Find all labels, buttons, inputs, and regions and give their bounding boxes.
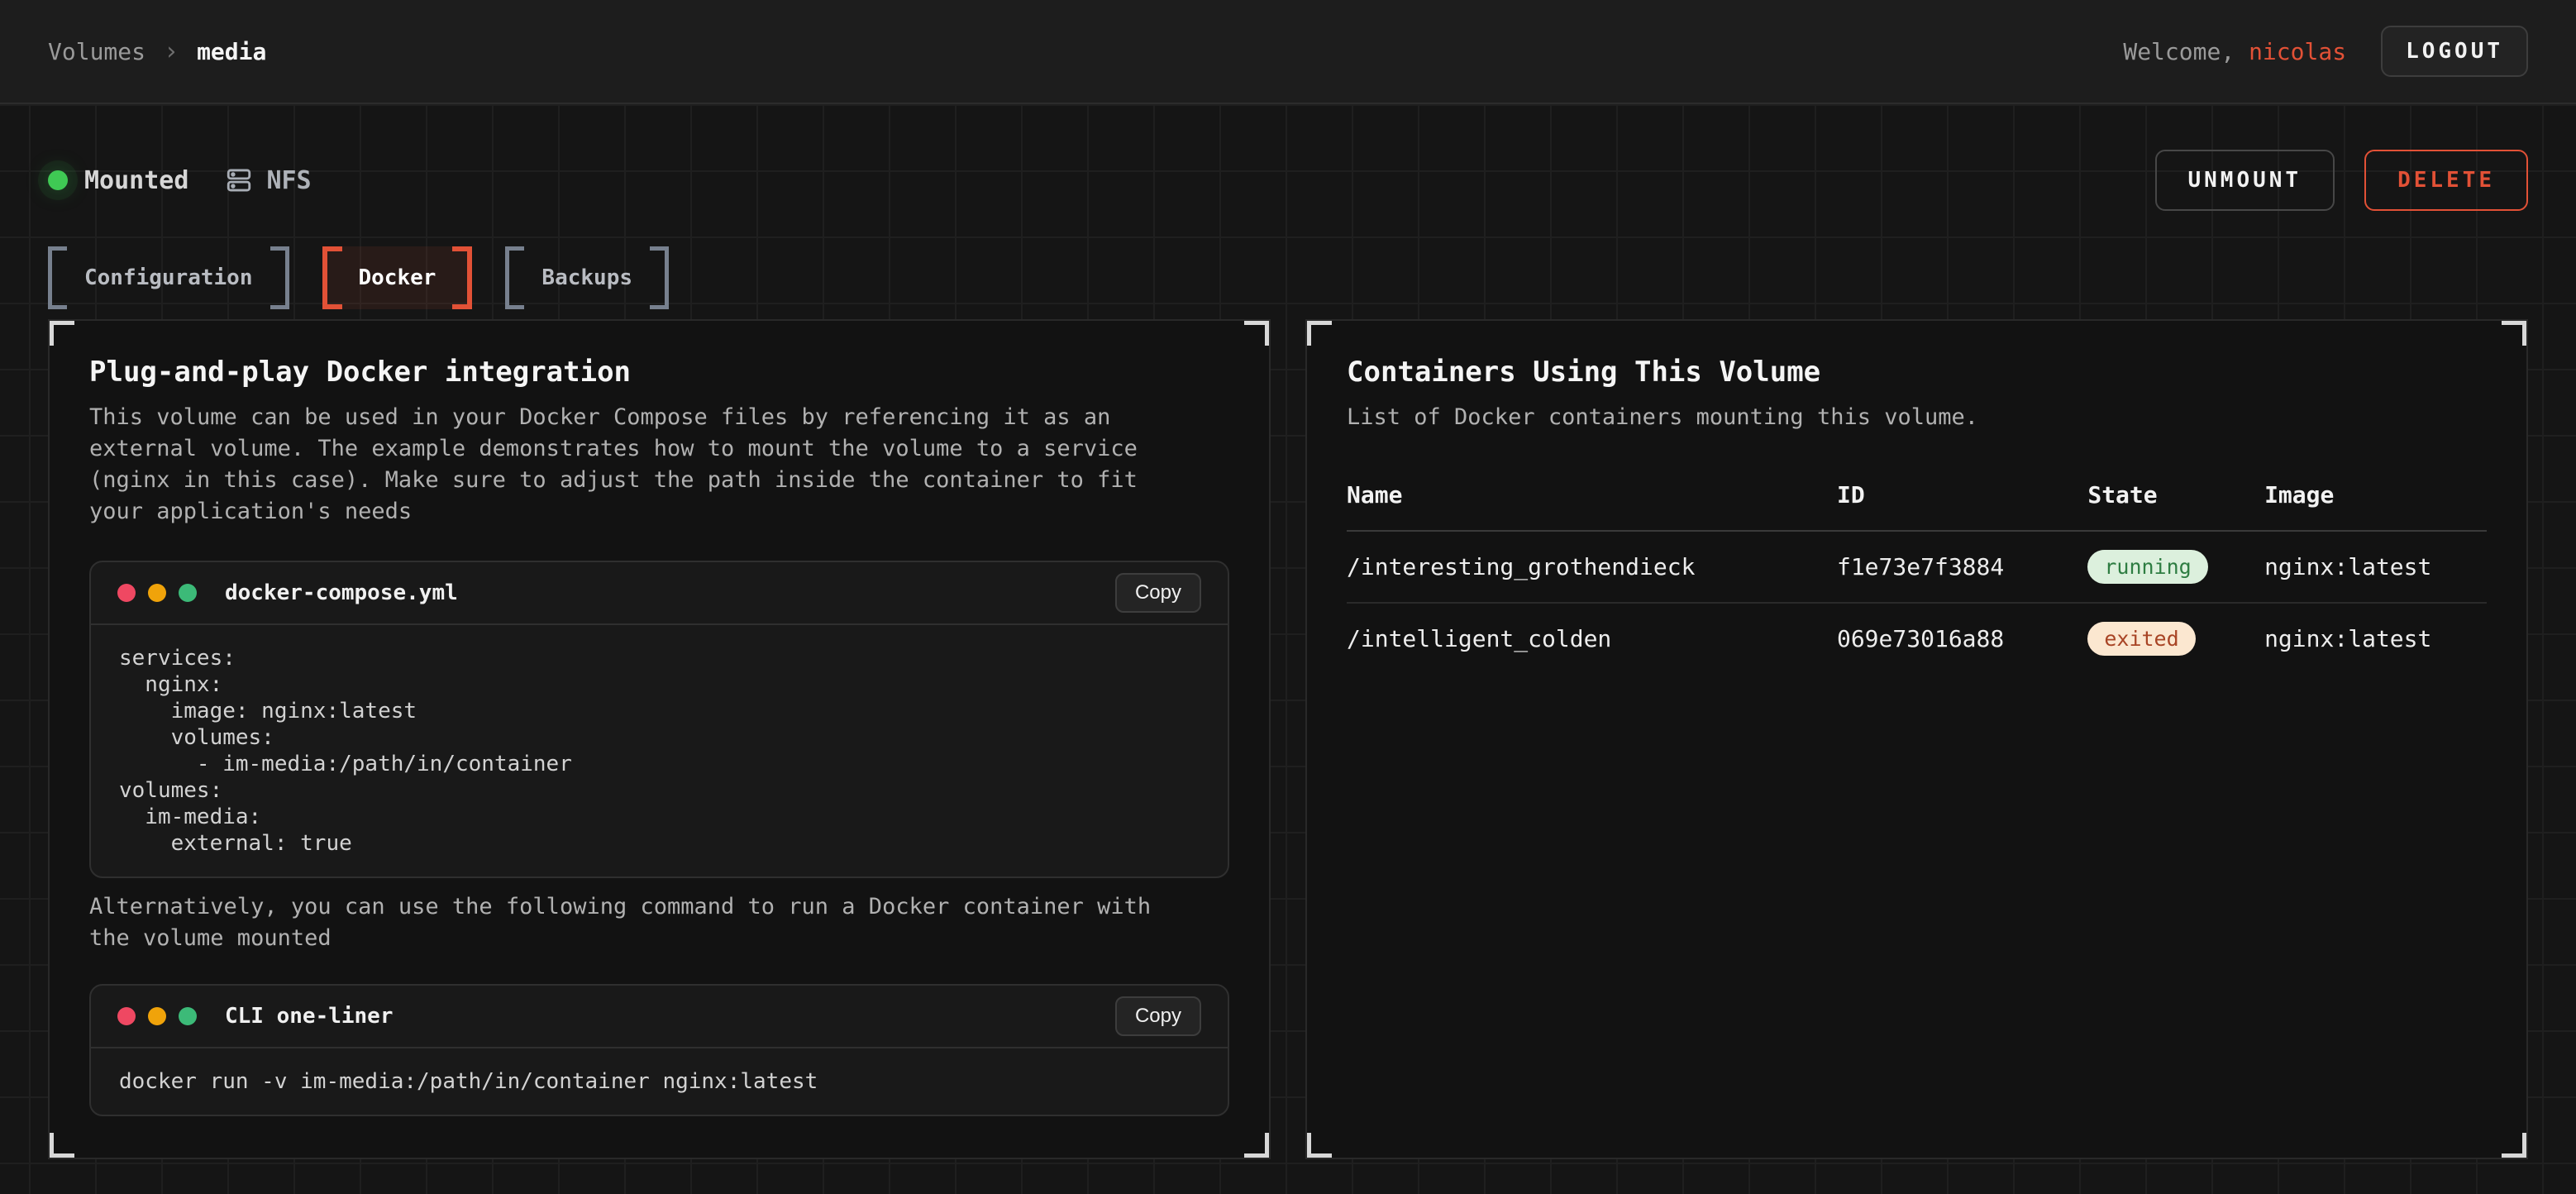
- cli-code-header: CLI one-liner Copy: [91, 986, 1228, 1048]
- compose-code-header: docker-compose.yml Copy: [91, 562, 1228, 625]
- container-image: nginx:latest: [2264, 531, 2487, 603]
- container-state-badge: exited: [2087, 622, 2195, 656]
- tab-bar: Configuration Docker Backups: [48, 246, 2528, 309]
- nfs-badge: NFS: [225, 166, 311, 195]
- panel-corner-mark: [1305, 1133, 1332, 1159]
- traffic-light-green-icon: [179, 1007, 197, 1025]
- welcome-text: Welcome, nicolas: [2123, 38, 2346, 65]
- top-bar: Volumes › media Welcome, nicolas LOGOUT: [0, 0, 2576, 104]
- table-row: /interesting_grothendieck f1e73e7f3884 r…: [1347, 531, 2487, 603]
- traffic-lights: [117, 584, 197, 602]
- container-id: f1e73e7f3884: [1837, 531, 2087, 603]
- mounted-status-dot-icon: [48, 170, 68, 190]
- nfs-label: NFS: [266, 166, 311, 195]
- logout-button[interactable]: LOGOUT: [2381, 26, 2528, 77]
- compose-code: services: nginx: image: nginx:latest vol…: [91, 625, 1228, 876]
- containers-table: Name ID State Image /interesting_grothen…: [1347, 481, 2487, 674]
- column-header-id: ID: [1837, 481, 2087, 531]
- username: nicolas: [2249, 38, 2346, 65]
- column-header-image: Image: [2264, 481, 2487, 531]
- panel-corner-mark: [1305, 319, 1332, 346]
- copy-compose-button[interactable]: Copy: [1115, 573, 1201, 613]
- compose-code-block: docker-compose.yml Copy services: nginx:…: [89, 561, 1229, 878]
- panel-corner-mark: [48, 319, 74, 346]
- column-header-state: State: [2087, 481, 2264, 531]
- topbar-right: Welcome, nicolas LOGOUT: [2123, 26, 2528, 77]
- mounted-status: Mounted: [48, 166, 188, 195]
- panel-corner-mark: [2502, 319, 2528, 346]
- tab-docker[interactable]: Docker: [322, 246, 473, 309]
- unmount-button[interactable]: UNMOUNT: [2155, 150, 2335, 211]
- container-image: nginx:latest: [2264, 603, 2487, 674]
- containers-panel-title: Containers Using This Volume: [1347, 356, 2487, 389]
- panel-corner-mark: [2502, 1133, 2528, 1159]
- table-header-row: Name ID State Image: [1347, 481, 2487, 531]
- cli-intro-text: Alternatively, you can use the following…: [89, 891, 1229, 954]
- copy-cli-button[interactable]: Copy: [1115, 996, 1201, 1036]
- server-icon: [225, 166, 253, 194]
- docker-integration-panel: Plug-and-play Docker integration This vo…: [48, 319, 1271, 1159]
- panel-corner-mark: [1244, 319, 1271, 346]
- breadcrumb-current-volume: media: [197, 38, 266, 65]
- main-content: Mounted NFS UNMOUNT DELETE Configuration…: [0, 147, 2576, 1159]
- delete-button[interactable]: DELETE: [2364, 150, 2528, 211]
- container-id: 069e73016a88: [1837, 603, 2087, 674]
- chevron-right-icon: ›: [164, 37, 179, 66]
- traffic-light-amber-icon: [148, 1007, 166, 1025]
- traffic-lights: [117, 1007, 197, 1025]
- mounted-label: Mounted: [84, 166, 188, 195]
- cli-code-block: CLI one-liner Copy docker run -v im-medi…: [89, 984, 1229, 1116]
- container-state-badge: running: [2087, 550, 2207, 584]
- traffic-light-red-icon: [117, 584, 136, 602]
- traffic-light-amber-icon: [148, 584, 166, 602]
- volume-actions: UNMOUNT DELETE: [2155, 150, 2529, 211]
- status-row: Mounted NFS UNMOUNT DELETE: [48, 147, 2528, 213]
- traffic-light-green-icon: [179, 584, 197, 602]
- panel-corner-mark: [1244, 1133, 1271, 1159]
- traffic-light-red-icon: [117, 1007, 136, 1025]
- compose-filename: docker-compose.yml: [225, 580, 458, 605]
- column-header-name: Name: [1347, 481, 1837, 531]
- cli-title: CLI one-liner: [225, 1004, 394, 1029]
- container-name: /interesting_grothendieck: [1347, 531, 1837, 603]
- welcome-prefix: Welcome,: [2123, 38, 2235, 65]
- containers-panel: Containers Using This Volume List of Doc…: [1305, 319, 2528, 1159]
- docker-panel-title: Plug-and-play Docker integration: [89, 356, 1229, 389]
- cli-code: docker run -v im-media:/path/in/containe…: [91, 1048, 1228, 1115]
- panel-corner-mark: [48, 1133, 74, 1159]
- panels-container: Plug-and-play Docker integration This vo…: [48, 319, 2528, 1159]
- volume-status: Mounted NFS: [48, 166, 312, 195]
- tab-configuration[interactable]: Configuration: [48, 246, 289, 309]
- docker-panel-description: This volume can be used in your Docker C…: [89, 402, 1229, 528]
- containers-panel-subtitle: List of Docker containers mounting this …: [1347, 402, 2487, 433]
- breadcrumb: Volumes › media: [48, 37, 266, 66]
- tab-backups[interactable]: Backups: [505, 246, 669, 309]
- table-row: /intelligent_colden 069e73016a88 exited …: [1347, 603, 2487, 674]
- container-name: /intelligent_colden: [1347, 603, 1837, 674]
- breadcrumb-volumes-link[interactable]: Volumes: [48, 38, 145, 65]
